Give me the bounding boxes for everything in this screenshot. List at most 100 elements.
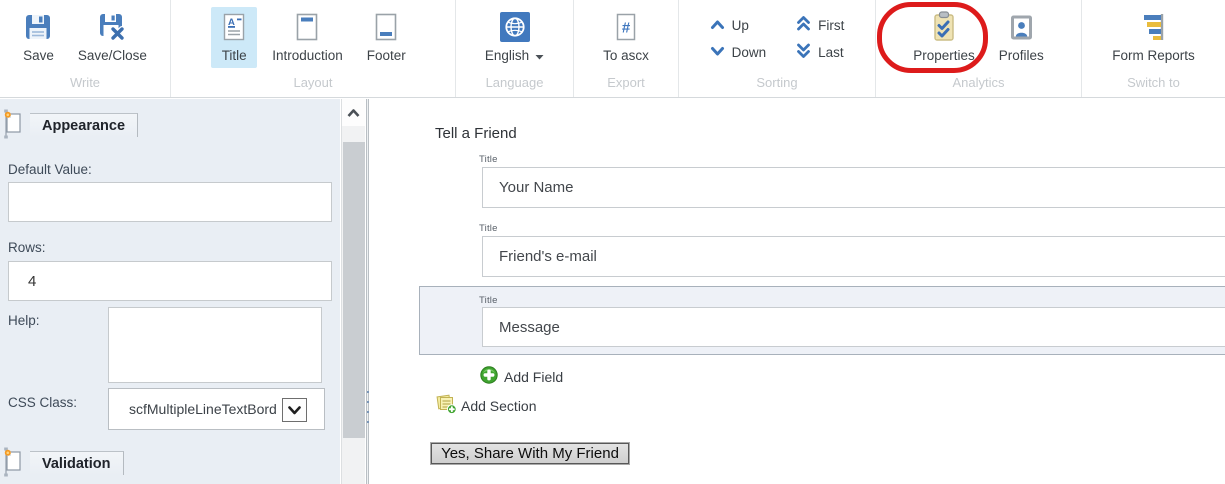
sort-first-button[interactable]: First xyxy=(796,16,844,34)
properties-label: Properties xyxy=(913,48,975,63)
help-field[interactable] xyxy=(108,307,322,383)
save-close-label: Save/Close xyxy=(78,48,147,63)
svg-text:#: # xyxy=(622,19,631,36)
appearance-section-title: Appearance xyxy=(30,113,138,137)
introduction-icon xyxy=(293,10,321,43)
save-icon xyxy=(23,10,53,43)
field-title-label: Title xyxy=(479,295,498,306)
sort-up-button[interactable]: Up xyxy=(710,16,767,34)
title-label: Title xyxy=(222,48,247,63)
add-section-notes-icon xyxy=(436,393,458,418)
save-close-button[interactable]: Save/Close xyxy=(69,7,156,68)
css-class-select[interactable]: scfMultipleLineTextBord xyxy=(108,388,325,430)
footer-button[interactable]: Footer xyxy=(358,7,415,68)
ribbon-group-write: Save Save/Close Write xyxy=(0,0,171,97)
css-class-value: scfMultipleLineTextBord xyxy=(129,389,285,429)
group-label-language: Language xyxy=(456,75,573,97)
your-name-field[interactable]: Your Name xyxy=(482,167,1225,208)
double-chevron-down-icon xyxy=(796,43,811,61)
form-reports-button[interactable]: Form Reports xyxy=(1103,7,1204,68)
scrollbar-thumb[interactable] xyxy=(343,142,365,438)
group-label-layout: Layout xyxy=(171,75,455,97)
globe-icon xyxy=(500,10,530,43)
form-designer-window: Save Save/Close Write A Title xyxy=(0,0,1225,484)
group-label-analytics: Analytics xyxy=(876,75,1081,97)
validation-section-title: Validation xyxy=(30,451,124,475)
sort-first-label: First xyxy=(818,18,844,33)
group-label-export: Export xyxy=(574,75,678,97)
language-dropdown-button[interactable]: English xyxy=(476,7,553,68)
share-button[interactable]: Yes, Share With My Friend xyxy=(431,443,629,464)
profiles-button[interactable]: Profiles xyxy=(990,7,1053,68)
group-label-sorting: Sorting xyxy=(679,75,875,97)
scroll-up-button[interactable] xyxy=(342,99,365,126)
ribbon-group-language: English Language xyxy=(456,0,574,97)
save-button[interactable]: Save xyxy=(14,7,63,68)
rows-label: Rows: xyxy=(8,240,46,255)
chevron-up-icon xyxy=(710,18,725,33)
sort-last-label: Last xyxy=(818,45,844,60)
to-ascx-button[interactable]: # To ascx xyxy=(594,7,658,68)
properties-icon xyxy=(931,10,957,43)
language-label: English xyxy=(485,48,529,63)
default-value-field[interactable] xyxy=(8,182,332,222)
form-reports-label: Form Reports xyxy=(1112,48,1195,63)
ribbon-group-switch-to: Form Reports Switch to xyxy=(1082,0,1225,97)
rows-field[interactable] xyxy=(8,261,332,301)
css-class-label: CSS Class: xyxy=(8,395,77,410)
sort-down-button[interactable]: Down xyxy=(710,43,767,61)
appearance-section-header[interactable]: Appearance xyxy=(2,109,138,144)
add-field-label: Add Field xyxy=(504,369,563,385)
form-reports-icon xyxy=(1139,10,1169,43)
add-section-label: Add Section xyxy=(461,398,537,414)
form-canvas: Tell a Friend Title Your Name Title Frie… xyxy=(369,99,1225,484)
message-field[interactable]: Message xyxy=(482,307,1225,347)
scroll-up-icon xyxy=(346,108,361,118)
title-button[interactable]: A Title xyxy=(211,7,257,68)
ribbon-group-export: # To ascx Export xyxy=(574,0,679,97)
footer-icon xyxy=(372,10,400,43)
section-page-icon xyxy=(2,447,22,482)
default-value-label: Default Value: xyxy=(8,162,92,177)
add-field-button[interactable]: Add Field xyxy=(480,366,563,387)
section-page-icon xyxy=(2,109,22,144)
friends-email-field-text: Friend's e-mail xyxy=(499,248,597,265)
double-chevron-up-icon xyxy=(796,16,811,34)
add-field-plus-icon xyxy=(480,366,498,387)
title-icon: A xyxy=(220,10,248,43)
sort-up-label: Up xyxy=(732,18,749,33)
ribbon-group-sorting: Up First Down Last Sorting xyxy=(679,0,876,97)
group-label-switch-to: Switch to xyxy=(1082,75,1225,97)
field-title-label: Title xyxy=(479,154,498,165)
chevron-down-icon xyxy=(710,45,725,60)
field-title-label: Title xyxy=(479,223,498,234)
friends-email-field[interactable]: Friend's e-mail xyxy=(482,236,1225,277)
add-section-button[interactable]: Add Section xyxy=(436,393,537,418)
message-field-text: Message xyxy=(499,319,560,336)
select-chevron-down-icon[interactable] xyxy=(282,398,307,422)
to-ascx-label: To ascx xyxy=(603,48,649,63)
group-label-write: Write xyxy=(0,75,170,97)
sidebar-scrollbar[interactable] xyxy=(341,99,365,484)
your-name-field-text: Your Name xyxy=(499,179,574,196)
ribbon-group-analytics: Properties Profiles Analytics xyxy=(876,0,1082,97)
sort-last-button[interactable]: Last xyxy=(796,43,844,61)
properties-button[interactable]: Properties xyxy=(904,7,984,68)
save-close-icon xyxy=(96,10,128,43)
profiles-icon xyxy=(1008,10,1035,43)
ribbon-toolbar: Save Save/Close Write A Title xyxy=(0,0,1225,98)
help-label: Help: xyxy=(8,313,40,328)
introduction-button[interactable]: Introduction xyxy=(263,7,352,68)
splitter-grip-icon xyxy=(367,391,368,423)
sort-down-label: Down xyxy=(732,45,767,60)
ribbon-group-layout: A Title Introduction Footer Lay xyxy=(171,0,456,97)
validation-section-header[interactable]: Validation xyxy=(2,447,124,482)
profiles-label: Profiles xyxy=(999,48,1044,63)
introduction-label: Introduction xyxy=(272,48,343,63)
save-label: Save xyxy=(23,48,54,63)
form-title[interactable]: Tell a Friend xyxy=(435,125,517,142)
footer-label: Footer xyxy=(367,48,406,63)
dropdown-caret-icon xyxy=(535,48,544,63)
ascx-icon: # xyxy=(612,10,640,43)
properties-sidebar: Appearance Default Value: Rows: Help: CS… xyxy=(0,99,340,484)
